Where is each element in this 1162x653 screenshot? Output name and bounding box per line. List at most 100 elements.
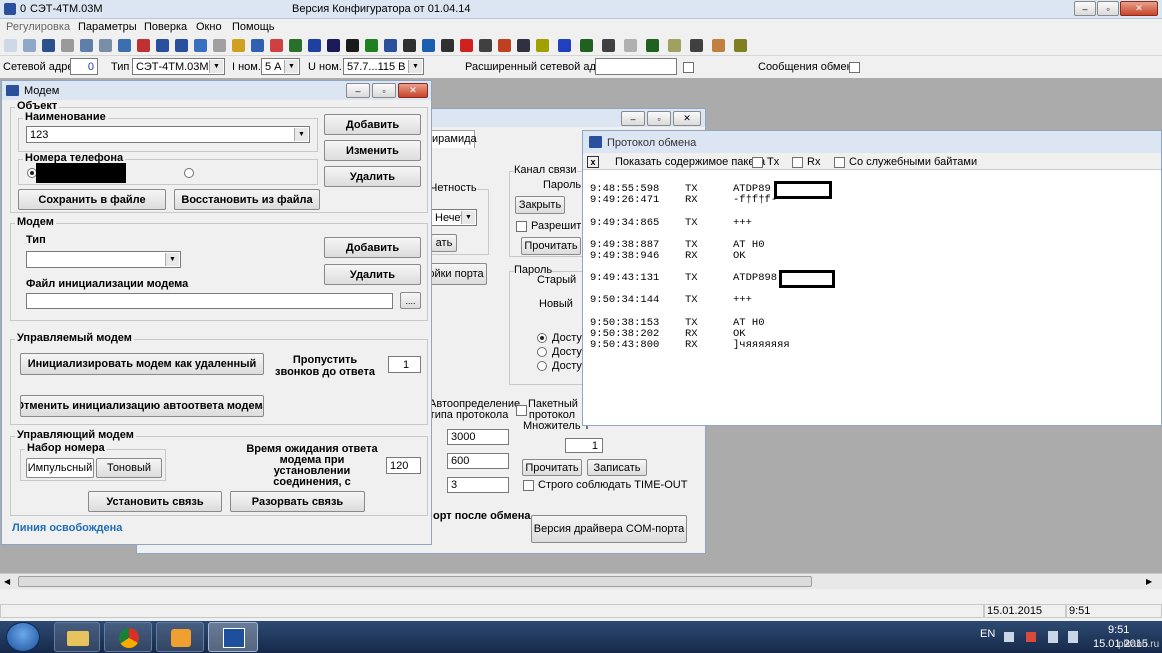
horizontal-scrollbar[interactable]: ◀ ▶ — [0, 573, 1162, 589]
toolbar-tool-9-icon[interactable] — [156, 39, 169, 52]
pulse-dial-button[interactable]: Импульсный — [26, 458, 94, 478]
chevron-down-icon[interactable]: ▼ — [408, 60, 422, 73]
phone-radio-2[interactable] — [184, 168, 194, 178]
toolbar-tool-14-icon[interactable] — [251, 39, 264, 52]
toolbar-tool-16-icon[interactable] — [289, 39, 302, 52]
chevron-down-icon[interactable]: ▼ — [209, 60, 223, 73]
toolbar-tool-18-icon[interactable] — [327, 39, 340, 52]
modem-type-select[interactable]: ▼ — [26, 251, 181, 268]
language-indicator[interactable]: EN — [980, 628, 995, 640]
chevron-down-icon[interactable]: ▼ — [461, 211, 475, 224]
toolbar-tool-31-icon[interactable] — [580, 39, 593, 52]
wait-time-input[interactable]: 120 — [386, 457, 421, 474]
clock-time[interactable]: 9:51 — [1108, 624, 1129, 636]
tab-pyramid[interactable]: ирамида — [431, 130, 477, 148]
toolbar-tool-11-icon[interactable] — [194, 39, 207, 52]
network-icon[interactable] — [1048, 631, 1058, 643]
volume-icon[interactable] — [1068, 631, 1078, 643]
rx-checkbox[interactable] — [792, 157, 803, 168]
toolbar-tool-4-icon[interactable] — [61, 39, 74, 52]
maximize-button[interactable]: ▫ — [1097, 1, 1119, 16]
taskbar-chrome-icon[interactable] — [104, 622, 152, 652]
driver-version-button[interactable]: Версия драйвера COM-порта — [531, 515, 687, 543]
toolbar-tool-8-icon[interactable] — [137, 39, 150, 52]
delete-modem-button[interactable]: Удалить — [324, 264, 421, 285]
toolbar-tool-35-icon[interactable] — [668, 39, 681, 52]
toolbar-tool-15-icon[interactable] — [270, 39, 283, 52]
add-modem-button[interactable]: Добавить — [324, 237, 421, 258]
menu-parameters[interactable]: Параметры — [78, 21, 137, 33]
port-settings-button[interactable]: ойки порта — [425, 263, 487, 285]
init-remote-button[interactable]: Инициализировать модем как удаленный — [20, 353, 264, 375]
taskbar-outlook-icon[interactable] — [156, 622, 204, 652]
delete-object-button[interactable]: Удалить — [324, 166, 421, 187]
edit-object-button[interactable]: Изменить — [324, 140, 421, 161]
toolbar-tool-17-icon[interactable] — [308, 39, 321, 52]
toolbar-tool-7-icon[interactable] — [118, 39, 131, 52]
read-params-button[interactable]: Прочитать — [522, 459, 582, 476]
toolbar-tool-26-icon[interactable] — [479, 39, 492, 52]
toolbar-tool-29-icon[interactable] — [536, 39, 549, 52]
save-to-file-button[interactable]: Сохранить в файле — [18, 189, 166, 210]
toolbar-tool-10-icon[interactable] — [175, 39, 188, 52]
toolbar-tool-3-icon[interactable] — [42, 39, 55, 52]
toolbar-tool-24-icon[interactable] — [441, 39, 454, 52]
taskbar-explorer-icon[interactable] — [54, 622, 100, 652]
toolbar-tool-34-icon[interactable] — [646, 39, 659, 52]
access-radio-2[interactable] — [537, 347, 547, 357]
toolbar-tool-27-icon[interactable] — [498, 39, 511, 52]
close-channel-button[interactable]: Закрыть — [515, 196, 565, 214]
browse-button[interactable]: .... — [400, 292, 421, 309]
menu-help[interactable]: Помощь — [232, 21, 275, 33]
name-select[interactable]: 123 ▼ — [26, 126, 310, 143]
u-nom-select[interactable]: 57.7...115 В ▼ — [343, 58, 424, 75]
close-icon[interactable]: x — [587, 156, 599, 168]
tray-icon-1[interactable] — [1004, 632, 1014, 642]
minimize-button[interactable]: – — [1074, 1, 1096, 16]
chevron-down-icon[interactable]: ▼ — [284, 60, 298, 73]
toolbar-tool-1-icon[interactable] — [4, 39, 17, 52]
scroll-right-icon[interactable]: ▶ — [1146, 577, 1152, 586]
close-button[interactable]: ✕ — [1120, 1, 1158, 16]
skip-rings-input[interactable]: 1 — [388, 356, 421, 373]
timeout-3-input[interactable]: 3 — [447, 477, 509, 493]
toolbar-tool-33-icon[interactable] — [624, 39, 637, 52]
toolbar-tool-6-icon[interactable] — [99, 39, 112, 52]
toolbar-tool-12-icon[interactable] — [213, 39, 226, 52]
middle-minimize-button[interactable]: – — [621, 111, 645, 126]
chevron-down-icon[interactable]: ▼ — [165, 253, 179, 266]
menu-window[interactable]: Окно — [196, 21, 222, 33]
tx-checkbox[interactable] — [752, 157, 763, 168]
toolbar-tool-28-icon[interactable] — [517, 39, 530, 52]
tray-icon-2[interactable] — [1026, 632, 1036, 642]
packet-protocol-checkbox[interactable] — [516, 405, 527, 416]
modem-minimize-button[interactable]: – — [346, 83, 370, 98]
timeout-600-input[interactable]: 600 — [447, 453, 509, 469]
timeout-3000-input[interactable]: 3000 — [447, 429, 509, 445]
middle-maximize-button[interactable]: ▫ — [647, 111, 671, 126]
middle-close-button[interactable]: ✕ — [673, 111, 701, 126]
allow-checkbox[interactable] — [516, 221, 527, 232]
toolbar-tool-38-icon[interactable] — [734, 39, 747, 52]
restore-from-file-button[interactable]: Восстановить из файла — [174, 189, 320, 210]
toolbar-tool-25-icon[interactable] — [460, 39, 473, 52]
read-channel-button[interactable]: Прочитать — [521, 237, 581, 255]
toolbar-tool-19-icon[interactable] — [346, 39, 359, 52]
i-nom-select[interactable]: 5 А ▼ — [261, 58, 300, 75]
toolbar-tool-30-icon[interactable] — [558, 39, 571, 52]
disconnect-button[interactable]: Разорвать связь — [230, 491, 365, 512]
access-radio-1[interactable] — [537, 333, 547, 343]
toolbar-tool-5-icon[interactable] — [80, 39, 93, 52]
taskbar-configurator-icon[interactable] — [208, 622, 258, 652]
network-address-input[interactable]: 0 — [70, 58, 98, 75]
toolbar-tool-13-icon[interactable] — [232, 39, 245, 52]
exchange-messages-checkbox[interactable] — [849, 62, 860, 73]
add-object-button[interactable]: Добавить — [324, 114, 421, 135]
toolbar-tool-23-icon[interactable] — [422, 39, 435, 52]
toolbar-tool-2-icon[interactable] — [23, 39, 36, 52]
modem-close-button[interactable]: ✕ — [398, 83, 428, 98]
modem-maximize-button[interactable]: ▫ — [372, 83, 396, 98]
partial-button-1[interactable]: ать — [431, 234, 457, 252]
chevron-down-icon[interactable]: ▼ — [294, 128, 308, 141]
start-button[interactable] — [6, 622, 40, 652]
